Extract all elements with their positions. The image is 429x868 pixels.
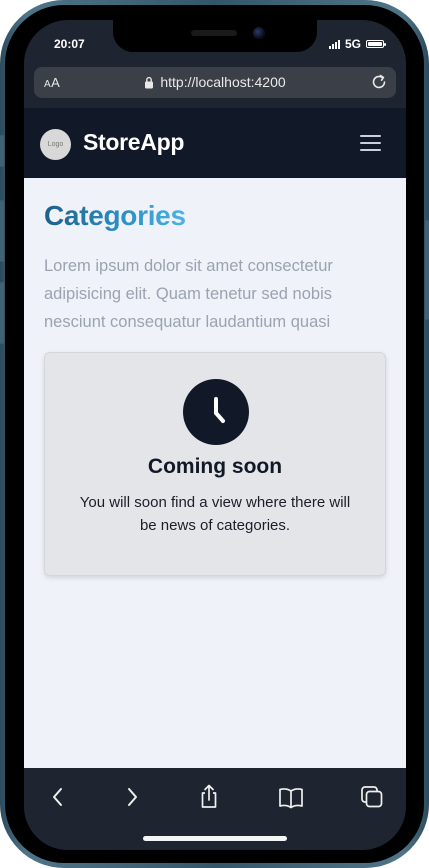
chevron-right-icon[interactable] bbox=[117, 782, 147, 812]
tabs-icon[interactable] bbox=[357, 782, 387, 812]
coming-soon-card: Coming soon You will soon find a view wh… bbox=[44, 352, 386, 576]
chevron-left-icon[interactable] bbox=[43, 782, 73, 812]
brand-name[interactable]: StoreApp bbox=[83, 129, 184, 156]
volume-down-button bbox=[0, 282, 4, 344]
page-title: Categories bbox=[44, 200, 186, 231]
speaker bbox=[191, 30, 237, 36]
status-time: 20:07 bbox=[54, 37, 85, 51]
url-text[interactable]: http://localhost:4200 bbox=[160, 74, 285, 90]
page-description: Lorem ipsum dolor sit amet consectetur a… bbox=[44, 257, 333, 331]
web-app: Logo StoreApp Categories Lorem ipsum dol… bbox=[24, 108, 406, 768]
hamburger-menu-icon[interactable] bbox=[360, 135, 381, 151]
logo[interactable]: Logo bbox=[40, 129, 71, 160]
network-label: 5G bbox=[344, 37, 361, 51]
power-button bbox=[425, 220, 429, 320]
battery-icon bbox=[366, 40, 386, 48]
url-display[interactable]: http://localhost:4200 bbox=[34, 74, 396, 90]
status-right: 5G bbox=[328, 37, 386, 51]
clock-icon bbox=[183, 379, 249, 445]
camera bbox=[253, 27, 265, 39]
lock-icon bbox=[145, 76, 154, 88]
mute-switch bbox=[0, 135, 4, 167]
browser-toolbar bbox=[24, 768, 406, 850]
book-icon[interactable] bbox=[276, 782, 306, 812]
notch bbox=[113, 20, 317, 52]
battery-level bbox=[368, 42, 382, 46]
address-bar[interactable]: AA http://localhost:4200 bbox=[34, 67, 396, 98]
phone-screen: 20:07 5G AA http://localhost:4200 Logo S… bbox=[24, 20, 406, 850]
share-icon[interactable] bbox=[194, 782, 224, 812]
reload-icon[interactable] bbox=[370, 73, 388, 91]
card-title: Coming soon bbox=[147, 455, 283, 478]
volume-up-button bbox=[0, 200, 4, 262]
card-text: You will soon find a view where there wi… bbox=[79, 494, 351, 534]
phone-frame: 20:07 5G AA http://localhost:4200 Logo S… bbox=[0, 0, 429, 868]
home-indicator bbox=[143, 836, 287, 841]
signal-icon bbox=[328, 39, 340, 49]
navbar: Logo StoreApp bbox=[24, 108, 406, 178]
